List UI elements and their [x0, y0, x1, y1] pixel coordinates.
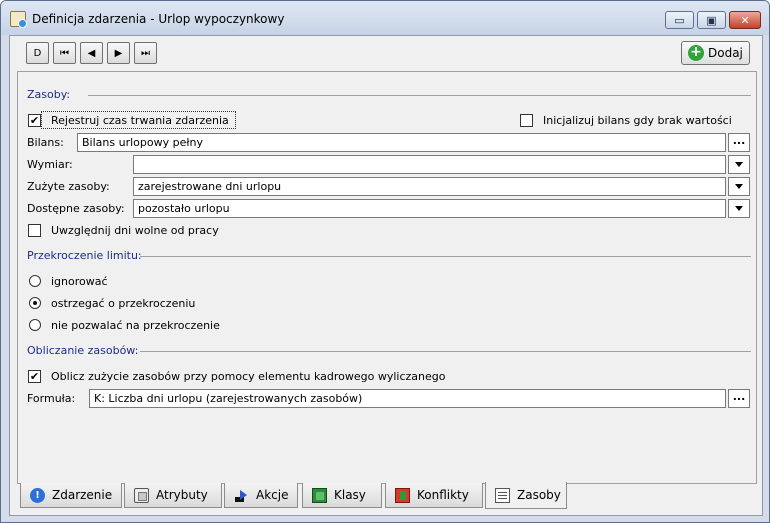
- nav-first-button[interactable]: ⏮: [53, 42, 76, 64]
- dimension-dropdown-button[interactable]: [728, 155, 750, 174]
- tab-akcje[interactable]: Akcje: [224, 483, 298, 508]
- tab-zdarzenie[interactable]: ! Zdarzenie: [20, 483, 122, 508]
- radio-ignore[interactable]: [29, 275, 41, 287]
- add-button[interactable]: + Dodaj: [681, 41, 750, 65]
- minimize-button[interactable]: ▭: [665, 11, 694, 29]
- add-button-label: Dodaj: [708, 46, 743, 60]
- radio-block-label: nie pozwalać na przekroczenie: [51, 319, 220, 332]
- tab-label: Atrybuty: [156, 488, 208, 502]
- resources-panel: Zasoby: ✔ Rejestruj czas trwania zdarzen…: [17, 71, 757, 484]
- calc-usage-checkbox[interactable]: ✔: [28, 370, 41, 383]
- radio-block[interactable]: [29, 319, 41, 331]
- conflicts-icon: [395, 487, 410, 503]
- tab-zasoby[interactable]: Zasoby: [485, 482, 567, 509]
- init-balance-label: Inicjalizuj bilans gdy brak wartości: [543, 114, 732, 127]
- tab-atrybuty[interactable]: Atrybuty: [124, 483, 222, 508]
- radio-ignore-label: ignorować: [51, 275, 108, 288]
- radio-warn-label: ostrzegać o przekroczeniu: [51, 297, 196, 310]
- chevron-down-icon: [735, 184, 743, 189]
- dialog-body: D ⏮ ◀ ▶ ⏭ + Dodaj Zasoby: ✔ Rejestruj cz…: [9, 35, 763, 516]
- actions-icon: [234, 488, 249, 503]
- section-title-limit: Przekroczenie limitu:: [27, 249, 142, 262]
- formula-browse-button[interactable]: ...: [728, 389, 750, 408]
- tab-label: Zasoby: [517, 488, 561, 502]
- formula-field[interactable]: K: Liczba dni urlopu (zarejestrowanych z…: [89, 389, 726, 408]
- tab-label: Akcje: [256, 488, 289, 502]
- dimension-label: Wymiar:: [27, 158, 73, 171]
- title-bar[interactable]: Definicja zdarzenia - Urlop wypoczynkowy…: [1, 1, 769, 35]
- used-resources-label: Zużyte zasoby:: [27, 180, 110, 193]
- balance-field[interactable]: Bilans urlopowy pełny: [77, 133, 726, 152]
- maximize-button[interactable]: ▣: [697, 11, 726, 29]
- tab-klasy[interactable]: Klasy: [302, 483, 382, 508]
- section-divider: [88, 95, 751, 96]
- dimension-select[interactable]: [133, 155, 726, 174]
- init-balance-checkbox[interactable]: [520, 114, 533, 127]
- dialog-window: Definicja zdarzenia - Urlop wypoczynkowy…: [0, 0, 770, 523]
- register-duration-label: Rejestruj czas trwania zdarzenia: [51, 114, 229, 127]
- calc-usage-label: Oblicz zużycie zasobów przy pomocy eleme…: [51, 370, 446, 383]
- available-resources-label: Dostępne zasoby:: [27, 202, 125, 215]
- tab-label: Konflikty: [417, 488, 469, 502]
- toolbar: D ⏮ ◀ ▶ ⏭ + Dodaj: [10, 36, 762, 69]
- tab-label: Klasy: [334, 488, 366, 502]
- section-title-calculation: Obliczanie zasobów:: [27, 344, 139, 357]
- section-title-resources: Zasoby:: [27, 88, 71, 101]
- close-button[interactable]: ✕: [729, 11, 761, 29]
- chevron-down-icon: [735, 162, 743, 167]
- chevron-down-icon: [735, 206, 743, 211]
- available-resources-select[interactable]: pozostało urlopu: [133, 199, 726, 218]
- used-resources-select[interactable]: zarejestrowane dni urlopu: [133, 177, 726, 196]
- formula-label: Formuła:: [27, 392, 76, 405]
- tab-konflikty[interactable]: Konflikty: [385, 483, 483, 508]
- resources-icon: [495, 487, 510, 503]
- available-resources-dropdown-button[interactable]: [728, 199, 750, 218]
- info-icon: !: [30, 487, 45, 503]
- nav-prev-button[interactable]: ◀: [80, 42, 103, 64]
- nav-next-button[interactable]: ▶: [107, 42, 130, 64]
- window-title: Definicja zdarzenia - Urlop wypoczynkowy: [32, 12, 285, 26]
- balance-label: Bilans:: [27, 136, 64, 149]
- balance-browse-button[interactable]: ...: [728, 133, 750, 152]
- section-divider: [140, 256, 751, 257]
- section-divider: [140, 351, 751, 352]
- include-days-off-checkbox[interactable]: [28, 224, 41, 237]
- tab-label: Zdarzenie: [52, 488, 113, 502]
- register-duration-checkbox[interactable]: ✔: [28, 114, 41, 127]
- app-icon: [10, 11, 27, 28]
- include-days-off-label: Uwzględnij dni wolne od pracy: [51, 224, 219, 237]
- classes-icon: [312, 487, 327, 503]
- nav-last-button[interactable]: ⏭: [134, 42, 157, 64]
- nav-default-button[interactable]: D: [26, 42, 49, 64]
- attributes-icon: [134, 487, 149, 503]
- add-icon: +: [688, 45, 704, 61]
- radio-warn[interactable]: [29, 297, 41, 309]
- used-resources-dropdown-button[interactable]: [728, 177, 750, 196]
